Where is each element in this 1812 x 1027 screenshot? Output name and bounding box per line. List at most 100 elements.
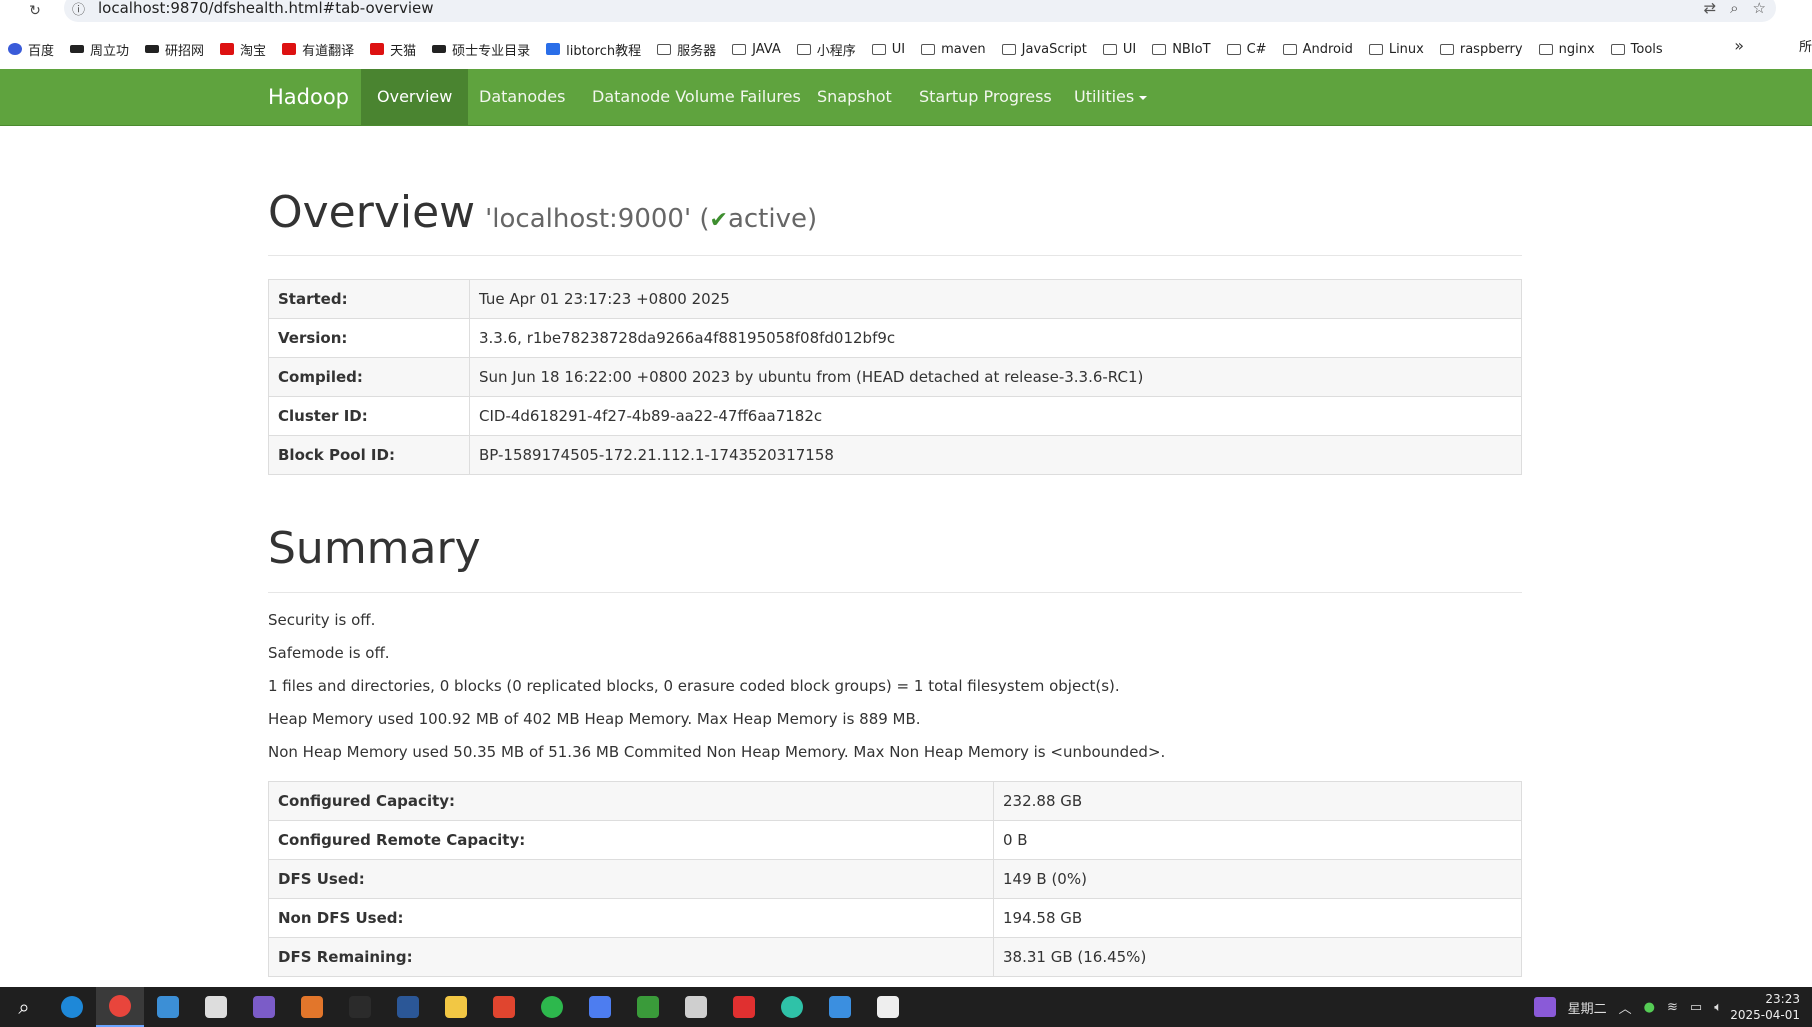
summary-table: Configured Capacity: 232.88 GB Configured …: [268, 781, 1522, 977]
taskbar-edge-button[interactable]: [48, 987, 96, 1027]
row-label: DFS Remaining:: [268, 937, 994, 977]
bookmark-item[interactable]: 周立功: [70, 40, 129, 59]
taskbar-chrome-button[interactable]: [96, 987, 144, 1027]
taskbar-wechat-button[interactable]: [528, 987, 576, 1027]
bookmark-item[interactable]: Linux: [1368, 42, 1424, 57]
taskbar-devtool-button[interactable]: [288, 987, 336, 1027]
bookmark-favicon-icon: [282, 43, 297, 55]
boss-icon: [781, 996, 803, 1018]
bookmark-item[interactable]: raspberry: [1439, 42, 1523, 57]
bookmark-item[interactable]: 服务器: [657, 40, 716, 59]
taskbar-settings-button[interactable]: [864, 987, 912, 1027]
taskbar-search-button[interactable]: ⌕: [0, 987, 48, 1027]
folder-icon: [1610, 43, 1625, 55]
bookmark-item[interactable]: maven: [921, 42, 986, 57]
bookmark-item[interactable]: libtorch教程: [546, 40, 641, 59]
hadoop-navbar: Hadoop Overview Datanodes Datanode Volum…: [0, 69, 1812, 126]
bookmark-item[interactable]: UI: [1102, 42, 1136, 57]
row-label: Cluster ID:: [268, 396, 470, 436]
battery-icon[interactable]: ▭: [1690, 1000, 1702, 1015]
taskbar-terminal-button[interactable]: [336, 987, 384, 1027]
row-value: 194.58 GB: [993, 898, 1522, 938]
bookmark-label: libtorch教程: [566, 43, 642, 59]
settings-icon: [877, 996, 899, 1018]
wechat-tray-icon[interactable]: ●: [1644, 1000, 1655, 1015]
reload-icon[interactable]: ↻: [26, 2, 44, 20]
url-text[interactable]: localhost:9870/dfshealth.html#tab-overvi…: [98, 0, 434, 17]
taskbar-boss-button[interactable]: [768, 987, 816, 1027]
translate-icon[interactable]: ⇄: [1704, 0, 1717, 17]
bookmark-item[interactable]: JavaScript: [1001, 42, 1087, 57]
bookmark-item[interactable]: 小程序: [796, 40, 856, 59]
folder-icon: [796, 43, 811, 55]
row-value: 232.88 GB: [993, 781, 1522, 821]
wifi-icon[interactable]: ≋: [1667, 1000, 1678, 1015]
bookmark-item[interactable]: 百度: [8, 40, 54, 59]
bookmark-star-icon[interactable]: ☆: [1753, 0, 1766, 17]
clock[interactable]: 23:23 2025-04-01: [1730, 991, 1800, 1023]
wps-icon: [733, 996, 755, 1018]
bookmark-item[interactable]: Tools: [1610, 41, 1663, 57]
explorer-icon: [445, 996, 467, 1018]
nav-snapshot[interactable]: Snapshot: [801, 69, 908, 125]
terminal-icon: [349, 996, 371, 1018]
bookmark-label: 淘宝: [240, 43, 267, 59]
taskbar-app-red-button[interactable]: [480, 987, 528, 1027]
folder-icon: [1439, 43, 1454, 55]
taskbar-vs-button[interactable]: [240, 987, 288, 1027]
taskbar-remote-desktop-button[interactable]: [144, 987, 192, 1027]
nav-startup-progress[interactable]: Startup Progress: [903, 69, 1068, 125]
address-bar[interactable]: ⓘ localhost:9870/dfshealth.html#tab-over…: [64, 0, 1776, 22]
taskbar-camera-button[interactable]: [672, 987, 720, 1027]
summary-line: 1 files and directories, 0 blocks (0 rep…: [268, 677, 1120, 695]
table-row: Non DFS Used: 194.58 GB: [268, 898, 1522, 938]
edge-icon: [61, 996, 83, 1018]
bookmark-item[interactable]: UI: [871, 42, 905, 57]
weekday-label[interactable]: 星期二: [1568, 998, 1607, 1017]
row-label: Non DFS Used:: [268, 898, 994, 938]
bookmark-item[interactable]: JAVA: [732, 42, 781, 57]
nav-datanode-volume-failures[interactable]: Datanode Volume Failures: [576, 69, 817, 125]
nav-utilities-dropdown[interactable]: Utilities: [1058, 69, 1163, 125]
folder-icon: [1152, 43, 1167, 55]
brand-logo[interactable]: Hadoop: [268, 69, 349, 125]
namenode-host: 'localhost:9000' (✔active): [485, 204, 818, 234]
bookmark-label: JAVA: [752, 41, 781, 57]
row-label: Block Pool ID:: [268, 435, 470, 475]
check-icon: ✔: [709, 208, 728, 233]
taskbar-editor-button[interactable]: [624, 987, 672, 1027]
bookmark-all-bookmarks[interactable]: 所: [1799, 36, 1812, 55]
bookmark-favicon-icon: [220, 43, 235, 55]
bookmark-item[interactable]: 天猫: [370, 40, 416, 59]
site-info-icon[interactable]: ⓘ: [72, 0, 90, 18]
taskbar-wps-button[interactable]: [720, 987, 768, 1027]
nav-datanodes[interactable]: Datanodes: [463, 69, 581, 125]
powershell-icon: [397, 996, 419, 1018]
calendar-icon[interactable]: [1533, 997, 1556, 1017]
bookmark-item[interactable]: 淘宝: [220, 40, 266, 59]
volume-icon[interactable]: 🔈︎: [1714, 1000, 1722, 1015]
bookmark-favicon-icon: [546, 43, 561, 55]
taskbar-powershell-button[interactable]: [384, 987, 432, 1027]
nav-overview[interactable]: Overview: [361, 69, 469, 125]
bookmarks-overflow-button[interactable]: »: [1734, 36, 1744, 55]
windows-taskbar: ⌕ 星期二 ︿ ● ≋ ▭ 🔈︎ 23:23 2025-04-01: [0, 987, 1812, 1027]
row-value: 38.31 GB (16.45%): [993, 937, 1522, 977]
clock-time: 23:23: [1765, 992, 1800, 1006]
taskbar-explorer-button[interactable]: [432, 987, 480, 1027]
bookmark-label: Tools: [1630, 41, 1663, 57]
bookmark-item[interactable]: 硕士专业目录: [432, 40, 530, 59]
taskbar-files-button[interactable]: [816, 987, 864, 1027]
chevron-up-icon[interactable]: ︿: [1619, 998, 1632, 1017]
bookmark-item[interactable]: 有道翻译: [282, 40, 354, 59]
taskbar-notes-button[interactable]: [576, 987, 624, 1027]
bookmark-item[interactable]: Android: [1282, 42, 1353, 57]
bookmark-favicon-icon: [370, 43, 385, 55]
bookmark-item[interactable]: C#: [1226, 42, 1267, 57]
bookmark-label: 服务器: [677, 43, 717, 59]
bookmark-item[interactable]: 研招网: [145, 40, 204, 59]
bookmark-item[interactable]: NBIoT: [1152, 42, 1211, 57]
taskbar-sniping-button[interactable]: [192, 987, 240, 1027]
bookmark-item[interactable]: nginx: [1538, 42, 1595, 57]
zoom-icon[interactable]: ⌕: [1730, 0, 1738, 17]
